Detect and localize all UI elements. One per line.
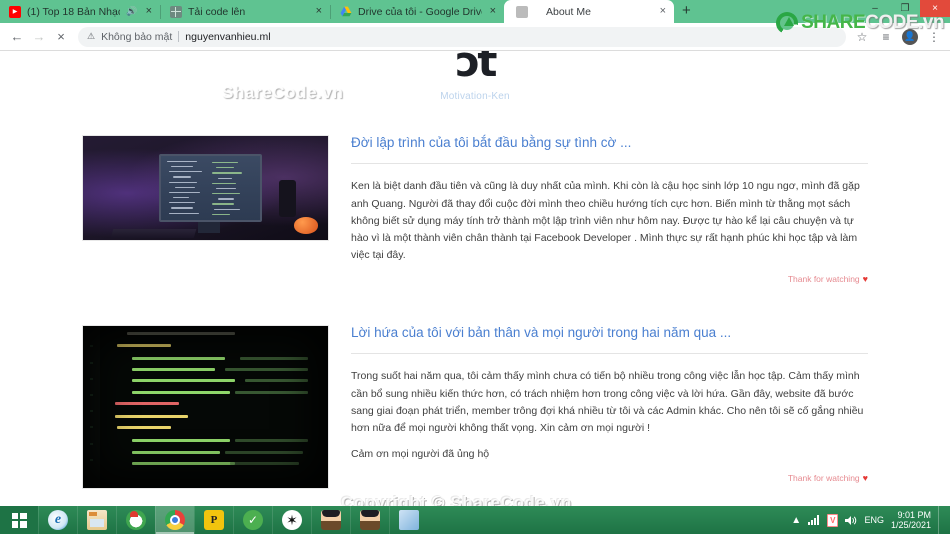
omnibox-divider: [178, 31, 180, 42]
unikey-icon[interactable]: V: [827, 513, 839, 527]
windows-taskbar: e P ✓ ✶ ▲ V ENG 9:01 PM 1/25/2021: [0, 506, 950, 534]
tab-title: About Me: [546, 5, 591, 18]
start-button[interactable]: [0, 506, 38, 534]
brand-name: Motivation-Ken: [440, 91, 510, 102]
divider: [351, 163, 868, 165]
article-2-thumbnail[interactable]: [82, 325, 329, 489]
taskbar-item-photoshop[interactable]: P: [194, 506, 233, 534]
tray-overflow-icon[interactable]: ▲: [791, 515, 801, 526]
address-bar[interactable]: ⚠ Không bảo mật nguyenvanhieu.ml: [78, 26, 846, 47]
globe-icon: [170, 5, 182, 18]
taskbar-item-google-chrome[interactable]: [155, 506, 194, 534]
logo-text-code: CODE.vn: [865, 12, 944, 33]
photoshop-icon: P: [204, 510, 224, 530]
tab-close-icon[interactable]: ×: [144, 6, 154, 17]
taskbar-item-zalo[interactable]: [116, 506, 155, 534]
clock-time: 9:01 PM: [897, 509, 931, 520]
taskbar-item-documents[interactable]: [389, 506, 428, 534]
game-avatar-icon: [360, 510, 380, 530]
tab-title: (1) Top 18 Bản Nhạc EDM Tu: [27, 5, 120, 18]
article-2: Lời hứa của tôi với bản thân và mọi ngườ…: [82, 325, 868, 489]
default-page-icon: [516, 5, 528, 18]
page-viewport: ɔƭ Motivation-Ken Đời lập trình của tôi …: [0, 51, 950, 506]
game-avatar-icon: [321, 510, 341, 530]
url-text[interactable]: nguyenvanhieu.ml: [185, 31, 270, 43]
article-2-body: Lời hứa của tôi với bản thân và mọi ngườ…: [351, 325, 868, 489]
photo-monitor: [158, 153, 262, 223]
sharecode-mark-icon: [776, 12, 799, 34]
stop-button[interactable]: ×: [50, 26, 72, 48]
tab-title: Tải code lên: [188, 5, 246, 18]
article-2-paragraph-2: Cảm ơn mọi người đã ủng hộ: [351, 448, 490, 461]
signal-bars-icon[interactable]: [808, 515, 820, 525]
check-circle-icon: ✓: [243, 510, 263, 530]
tab-close-icon[interactable]: ×: [658, 6, 668, 17]
photo-speaker: [279, 179, 297, 218]
star-burst-icon: ✶: [282, 510, 302, 530]
tab-title: Drive của tôi - Google Drive: [358, 5, 482, 18]
browser-window: (1) Top 18 Bản Nhạc EDM Tu 🔊 × Tải code …: [0, 0, 950, 534]
warning-triangle-icon: ⚠: [87, 31, 96, 41]
tab-mute-icon[interactable]: 🔊: [126, 6, 137, 17]
taskbar-item-game-1[interactable]: [311, 506, 350, 534]
article-2-title[interactable]: Lời hứa của tôi với bản thân và mọi ngườ…: [351, 325, 868, 341]
photo-vignette: [83, 326, 328, 488]
tab-close-icon[interactable]: ×: [488, 6, 498, 17]
file-explorer-icon: [87, 510, 107, 530]
tab-close-icon[interactable]: ×: [314, 6, 324, 17]
taskbar-item-media-player[interactable]: ✶: [272, 506, 311, 534]
system-tray: ▲ V ENG 9:01 PM 1/25/2021: [791, 506, 950, 534]
article-1-thumbnail[interactable]: [82, 135, 329, 241]
taskbar-item-antivirus[interactable]: ✓: [233, 506, 272, 534]
documents-icon: [399, 510, 419, 530]
tab-about-me[interactable]: About Me ×: [504, 0, 674, 23]
thanks-text: Thank for watching: [787, 273, 860, 284]
back-button[interactable]: ←: [6, 26, 28, 48]
youtube-icon: [9, 5, 21, 18]
site-brand: ɔƭ Motivation-Ken: [0, 51, 950, 102]
taskbar-item-file-explorer[interactable]: [77, 506, 116, 534]
tab-upload-code[interactable]: Tải code lên ×: [161, 0, 330, 23]
article-2-paragraph-1: Trong suốt hai năm qua, tôi cảm thấy mìn…: [351, 370, 864, 435]
windows-logo-icon: [11, 512, 27, 528]
clock-date: 1/25/2021: [890, 520, 931, 530]
clock[interactable]: 9:01 PM 1/25/2021: [891, 510, 931, 531]
photo-orange-object: [293, 217, 319, 234]
heart-icon: ♥: [862, 472, 868, 483]
logo-text-share: SHARE: [801, 12, 866, 33]
zalo-icon: [126, 510, 146, 530]
taskbar-item-game-2[interactable]: [350, 506, 389, 534]
article-1: Đời lập trình của tôi bắt đầu bằng sự tì…: [82, 135, 868, 284]
forward-button[interactable]: →: [28, 26, 50, 48]
show-desktop-button[interactable]: [938, 506, 944, 534]
photo-monitor-stand: [198, 222, 221, 233]
article-1-title[interactable]: Đời lập trình của tôi bắt đầu bằng sự tì…: [351, 135, 868, 151]
article-1-body: Đời lập trình của tôi bắt đầu bằng sự tì…: [351, 135, 868, 284]
google-drive-icon: [340, 6, 352, 18]
divider: [351, 353, 868, 355]
chrome-icon: [165, 510, 185, 530]
new-tab-button[interactable]: +: [674, 3, 699, 18]
internet-explorer-icon: e: [48, 510, 68, 530]
heart-icon: ♥: [862, 273, 868, 284]
language-indicator[interactable]: ENG: [864, 515, 884, 525]
sharecode-logo-watermark: SHARE CODE.vn: [776, 12, 944, 34]
volume-icon[interactable]: [845, 515, 857, 526]
tab-google-drive[interactable]: Drive của tôi - Google Drive ×: [331, 0, 504, 23]
article-1-paragraph: Ken là biệt danh đầu tiên và cũng là duy…: [351, 180, 860, 262]
tab-youtube[interactable]: (1) Top 18 Bản Nhạc EDM Tu 🔊 ×: [0, 0, 160, 23]
thanks-text: Thank for watching: [787, 472, 860, 483]
taskbar-item-internet-explorer[interactable]: e: [38, 506, 77, 534]
security-label: Không bảo mật: [101, 30, 173, 43]
article-2-footer: Thank for watching ♥: [351, 473, 868, 483]
brand-logo-icon: ɔƭ: [455, 51, 498, 86]
article-1-footer: Thank for watching ♥: [351, 274, 868, 284]
photo-keyboard: [111, 228, 198, 238]
